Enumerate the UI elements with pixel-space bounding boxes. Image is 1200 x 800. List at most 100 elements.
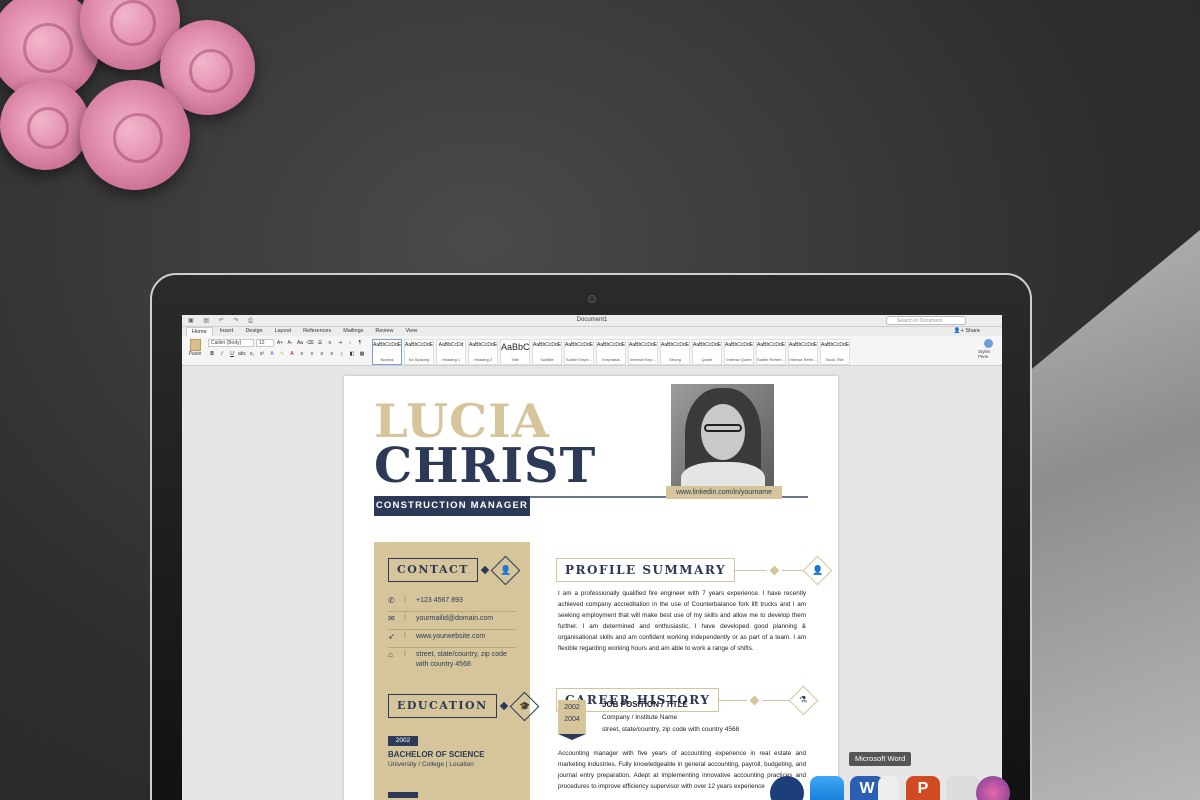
style-preview: AaBbCcDdEe: [693, 342, 721, 348]
numbering-icon[interactable]: ≡: [326, 339, 334, 347]
justify-icon[interactable]: ≡: [328, 350, 336, 358]
sort-icon[interactable]: ↕: [346, 339, 354, 347]
dock-tooltip: Microsoft Word: [849, 752, 912, 766]
style-item[interactable]: AaBbCcDdEe No Spacing: [404, 339, 434, 365]
job-description: Accounting manager with five years of ac…: [558, 750, 806, 790]
bold-icon[interactable]: B: [208, 350, 216, 358]
style-name: Intense Refer...: [789, 357, 817, 362]
job-address: street, state/country, zip code with cou…: [602, 726, 740, 733]
powerpoint-icon[interactable]: P: [906, 776, 940, 800]
style-item[interactable]: AaBbCcDdEe Strong: [660, 339, 690, 365]
align-left-icon[interactable]: ≡: [298, 350, 306, 358]
indent-icon[interactable]: ⇥: [336, 339, 344, 347]
styles-pane-button[interactable]: Styles Pane: [978, 339, 998, 359]
grow-font-icon[interactable]: A+: [276, 339, 284, 347]
style-item[interactable]: AaBbCcDd Heading 1: [436, 339, 466, 365]
photos-icon[interactable]: [976, 776, 1010, 800]
linkedin-url: www.linkedin.com/in/yourname: [666, 486, 782, 499]
style-name: Subtle Refere...: [757, 357, 785, 362]
style-name: Heading 2: [473, 357, 493, 362]
style-item[interactable]: AaBbCcDdEe Quote: [692, 339, 722, 365]
style-preview: AaBbCcDdEe: [469, 342, 497, 348]
document-title: Document1: [576, 317, 608, 323]
tab-layout[interactable]: Layout: [270, 327, 297, 336]
flask-icon: ⚗: [799, 694, 808, 705]
style-name: Book Title: [826, 357, 844, 362]
user-icon: 👤: [499, 564, 512, 575]
pilcrow-icon[interactable]: ¶: [356, 339, 364, 347]
superscript-icon[interactable]: x²: [258, 350, 266, 358]
style-item[interactable]: AaBbCcDdEe Intense Quote: [724, 339, 754, 365]
appstore-icon[interactable]: [810, 776, 844, 800]
calendar-icon[interactable]: [946, 776, 980, 800]
text-effects-icon[interactable]: A: [268, 350, 276, 358]
tab-design[interactable]: Design: [240, 327, 267, 336]
style-name: No Spacing: [408, 357, 430, 362]
share-button[interactable]: 👤+ Share: [950, 327, 984, 336]
align-right-icon[interactable]: ≡: [318, 350, 326, 358]
style-name: Title: [511, 357, 519, 362]
strikethrough-icon[interactable]: abc: [238, 350, 246, 358]
tab-mailings[interactable]: Mailings: [338, 327, 368, 336]
ribbon: Paste Calibri (Body) 12 A+ A- Aa ⌫ ☰ ≡ ⇥…: [182, 336, 1002, 366]
font-color-icon[interactable]: A: [288, 350, 296, 358]
font-size-select[interactable]: 12: [256, 339, 274, 347]
rose-bouquet: [0, 0, 270, 230]
italic-icon[interactable]: I: [218, 350, 226, 358]
style-preview: AaBbCcDdEe: [757, 342, 785, 348]
clipboard-icon: [189, 339, 201, 351]
font-name-select[interactable]: Calibri (Body): [208, 339, 254, 347]
align-center-icon[interactable]: ≡: [308, 350, 316, 358]
style-item[interactable]: AaBbCcDdEe Intense Emp...: [628, 339, 658, 365]
style-preview: AaBbCcDdEe: [629, 342, 657, 348]
style-item[interactable]: AaBbCcDdEe Heading 2: [468, 339, 498, 365]
education-year: 2002: [388, 736, 418, 746]
dock-app-icon[interactable]: [770, 776, 804, 800]
contact-heading: CONTACT 👤: [388, 555, 521, 585]
styles-pane-icon: [983, 339, 993, 348]
style-item[interactable]: AaBbCcDdEe Subtle Refere...: [756, 339, 786, 365]
style-item[interactable]: AaBbCcDdEe Book Title: [820, 339, 850, 365]
tab-references[interactable]: References: [298, 327, 336, 336]
education-heading: EDUCATION 🎓: [388, 691, 540, 721]
style-item[interactable]: AaBbC Title: [500, 339, 530, 365]
subscript-icon[interactable]: x₂: [248, 350, 256, 358]
shrink-font-icon[interactable]: A-: [286, 339, 294, 347]
style-item[interactable]: AaBbCcDdEe Subtle Emph...: [564, 339, 594, 365]
shading-icon[interactable]: ◧: [348, 350, 356, 358]
tab-review[interactable]: Review: [370, 327, 398, 336]
contact-email: ✉ | yourmailid@domain.com: [388, 614, 516, 630]
style-name: Subtitle: [540, 357, 554, 362]
style-preview: AaBbCcDdEe: [661, 342, 689, 348]
style-item[interactable]: AaBbCcDdEe Subtitle: [532, 339, 562, 365]
style-preview: AaBbCcDdEe: [405, 342, 433, 348]
style-item[interactable]: AaBbCcDdEe Intense Refer...: [788, 339, 818, 365]
document-page[interactable]: LUCIA CHRIST CONSTRUCTION MANAGER www.li…: [344, 376, 838, 800]
styles-gallery: AaBbCcDdEe Normal AaBbCcDdEe No Spacing AaBb…: [372, 339, 974, 365]
contact-phone: ✆ | +123 4567 893: [388, 596, 516, 612]
line-spacing-icon[interactable]: ↨: [338, 350, 346, 358]
education-degree: BACHELOR OF SCIENCE: [388, 750, 485, 759]
job-year-end: 2004: [564, 716, 580, 723]
underline-icon[interactable]: U: [228, 350, 236, 358]
tab-insert[interactable]: Insert: [215, 327, 239, 336]
contact-heading-label: CONTACT: [388, 558, 478, 582]
highlight-icon[interactable]: ✎: [278, 350, 286, 358]
style-name: Subtle Emph...: [565, 357, 593, 362]
style-preview: AaBbCcDdEe: [565, 342, 593, 348]
bullets-icon[interactable]: ☰: [316, 339, 324, 347]
style-name: Intense Quote: [726, 357, 752, 362]
change-case-icon[interactable]: Aa: [296, 339, 304, 347]
home-icon: ⌂: [388, 650, 393, 659]
search-input[interactable]: Search in Document: [886, 316, 966, 325]
borders-icon[interactable]: ▦: [358, 350, 366, 358]
style-item[interactable]: AaBbCcDdEe Emphasis: [596, 339, 626, 365]
mail-icon: ✉: [388, 614, 395, 623]
document-icon[interactable]: [878, 776, 898, 800]
tab-home[interactable]: Home: [186, 327, 213, 336]
style-item[interactable]: AaBbCcDdEe Normal: [372, 339, 402, 365]
paste-button[interactable]: Paste: [186, 339, 204, 357]
clear-format-icon[interactable]: ⌫: [306, 339, 314, 347]
profile-heading-label: PROFILE SUMMARY: [556, 558, 736, 582]
tab-view[interactable]: View: [400, 327, 422, 336]
